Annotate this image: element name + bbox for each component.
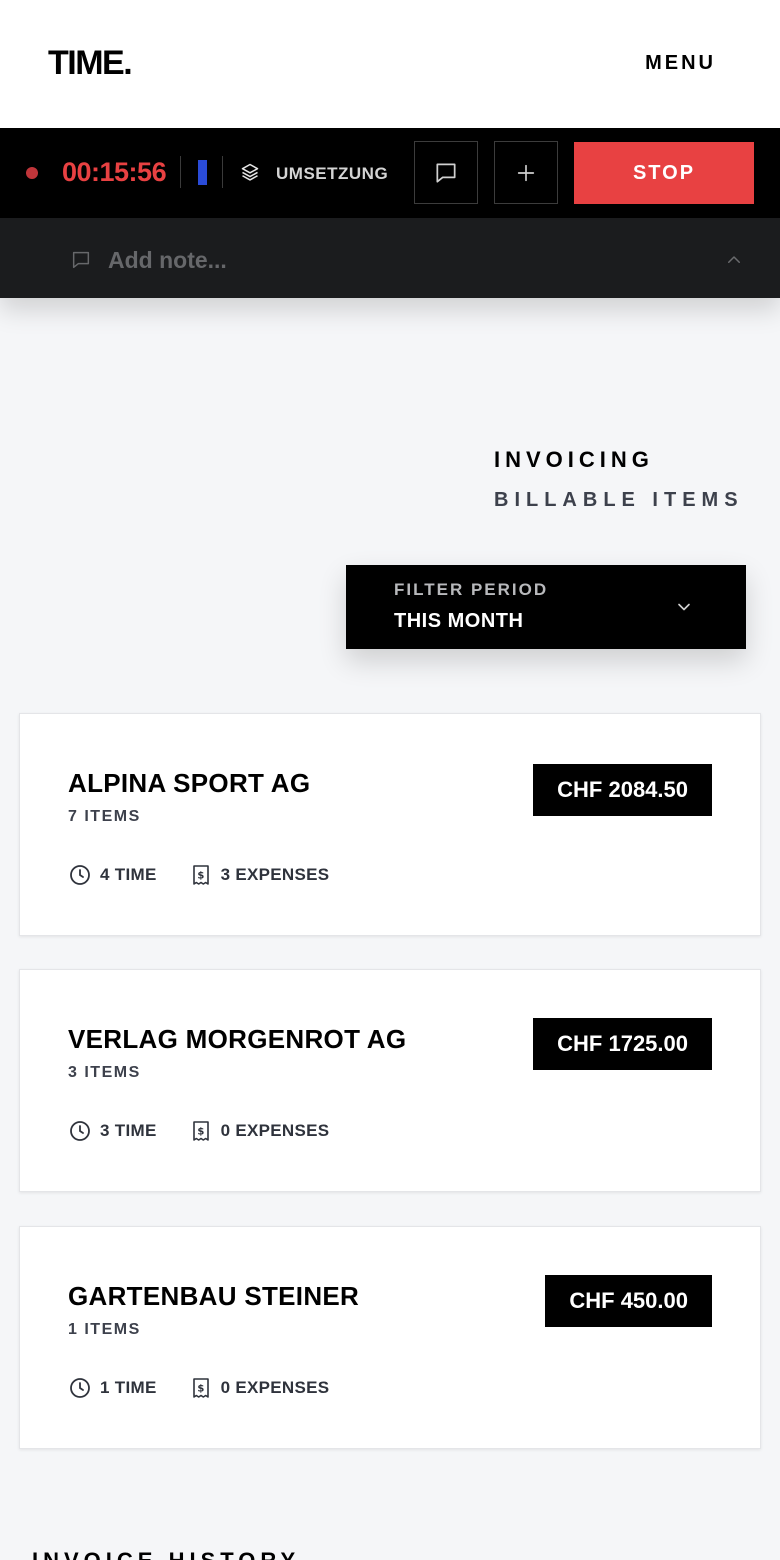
note-input[interactable] bbox=[108, 244, 648, 276]
timer-divider bbox=[222, 156, 223, 188]
expense-count: $ 0 EXPENSES bbox=[189, 1119, 330, 1143]
timer-divider bbox=[180, 156, 181, 188]
amount-badge: CHF 450.00 bbox=[545, 1275, 712, 1327]
filter-label: FILTER PERIOD bbox=[394, 580, 549, 599]
project-color-chip bbox=[198, 160, 207, 185]
time-count-label: 1 TIME bbox=[100, 1378, 157, 1397]
time-count: 3 TIME bbox=[68, 1119, 157, 1143]
client-name: GARTENBAU STEINER bbox=[68, 1281, 360, 1311]
page-title: INVOICING bbox=[494, 447, 654, 472]
note-icon bbox=[72, 251, 90, 269]
comment-button[interactable] bbox=[414, 141, 478, 204]
item-count: 1 ITEMS bbox=[68, 1321, 141, 1338]
expense-count: $ 3 EXPENSES bbox=[189, 863, 330, 887]
svg-text:$: $ bbox=[197, 871, 204, 882]
project-name[interactable]: UMSETZUNG bbox=[276, 164, 388, 184]
svg-text:$: $ bbox=[197, 1127, 204, 1138]
plus-icon bbox=[517, 164, 535, 181]
time-count-label: 4 TIME bbox=[100, 865, 157, 884]
client-card[interactable]: GARTENBAU STEINER 1 ITEMS CHF 450.00 1 T… bbox=[19, 1226, 761, 1449]
invoice-history-title: INVOICE HISTORY bbox=[32, 1548, 300, 1560]
stop-button[interactable]: STOP bbox=[574, 142, 754, 204]
expense-count-label: 3 EXPENSES bbox=[220, 865, 330, 884]
item-count: 3 ITEMS bbox=[68, 1064, 141, 1081]
app-logo[interactable]: TIME. bbox=[48, 44, 133, 83]
comment-icon bbox=[436, 162, 456, 183]
card-meta: 1 TIME $ 0 EXPENSES bbox=[68, 1376, 361, 1400]
expense-count-label: 0 EXPENSES bbox=[220, 1378, 330, 1397]
clock-icon bbox=[70, 1378, 90, 1398]
item-count: 7 ITEMS bbox=[68, 808, 141, 825]
page-subtitle: BILLABLE ITEMS bbox=[494, 489, 744, 511]
filter-value: THIS MONTH bbox=[394, 610, 524, 632]
client-card[interactable]: ALPINA SPORT AG 7 ITEMS CHF 2084.50 4 TI… bbox=[19, 713, 761, 936]
layers-icon bbox=[241, 163, 259, 181]
chevron-up-icon[interactable] bbox=[725, 251, 743, 269]
clock-icon bbox=[70, 1121, 90, 1141]
time-count-label: 3 TIME bbox=[100, 1121, 157, 1140]
card-meta: 4 TIME $ 3 EXPENSES bbox=[68, 863, 361, 887]
amount-badge: CHF 1725.00 bbox=[533, 1018, 712, 1070]
client-card[interactable]: VERLAG MORGENROT AG 3 ITEMS CHF 1725.00 … bbox=[19, 969, 761, 1192]
svg-text:$: $ bbox=[197, 1384, 204, 1395]
amount-badge: CHF 2084.50 bbox=[533, 764, 712, 816]
receipt-icon: $ bbox=[192, 1378, 209, 1398]
client-name: ALPINA SPORT AG bbox=[68, 768, 311, 798]
add-button[interactable] bbox=[494, 141, 558, 204]
recording-indicator bbox=[26, 167, 38, 179]
client-name: VERLAG MORGENROT AG bbox=[68, 1024, 407, 1054]
expense-count: $ 0 EXPENSES bbox=[189, 1376, 330, 1400]
receipt-icon: $ bbox=[192, 1121, 209, 1141]
expense-count-label: 0 EXPENSES bbox=[220, 1121, 330, 1140]
time-count: 4 TIME bbox=[68, 863, 157, 887]
menu-button[interactable]: MENU bbox=[645, 52, 716, 75]
chevron-down-icon bbox=[678, 603, 690, 611]
card-meta: 3 TIME $ 0 EXPENSES bbox=[68, 1119, 361, 1143]
elapsed-timer: 00:15:56 bbox=[62, 157, 167, 187]
time-count: 1 TIME bbox=[68, 1376, 157, 1400]
receipt-icon: $ bbox=[192, 865, 209, 885]
filter-period-dropdown[interactable]: FILTER PERIOD THIS MONTH bbox=[346, 565, 746, 649]
clock-icon bbox=[70, 865, 90, 885]
